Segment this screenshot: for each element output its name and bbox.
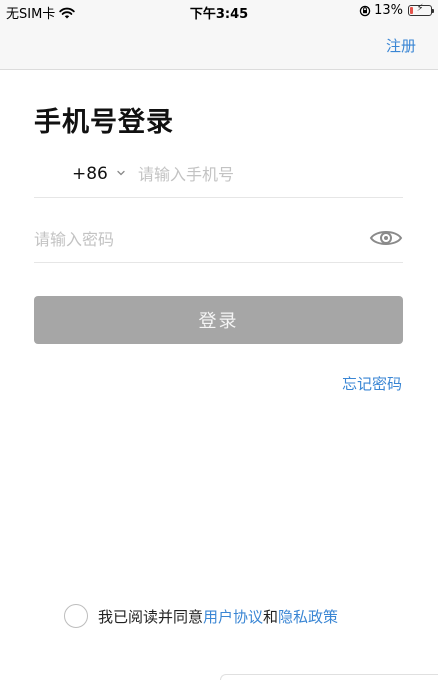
country-code-selector[interactable]: +86 (72, 164, 108, 184)
orientation-lock-icon (359, 5, 371, 16)
register-link[interactable]: 注册 (386, 35, 416, 56)
agreement-row: 我已阅读并同意 用户协议 和 隐私政策 (64, 603, 338, 629)
navigation-bar: 注册 (0, 22, 438, 70)
chevron-down-icon[interactable] (116, 168, 126, 178)
charging-bolt-icon: ⚡ (416, 3, 424, 14)
page-title: 手机号登录 (34, 107, 174, 138)
status-bar: 无SIM卡 下午3:45 13% ⚡ (0, 0, 438, 22)
battery-charging-icon: ⚡ (408, 3, 434, 16)
agreement-prefix: 我已阅读并同意 (98, 607, 204, 626)
password-field-row (34, 215, 403, 263)
forgot-password-link[interactable]: 忘记密码 (342, 373, 402, 394)
login-button[interactable]: 登录 (34, 296, 403, 344)
battery-percent: 13% (374, 3, 403, 18)
user-agreement-link[interactable]: 用户协议 (203, 606, 263, 627)
agreement-checkbox[interactable] (64, 604, 88, 628)
phone-input[interactable] (138, 160, 398, 188)
eye-icon[interactable] (369, 226, 403, 250)
phone-field-row: +86 (34, 150, 403, 198)
agreement-conjunction: 和 (263, 607, 279, 626)
status-right-group: 13% ⚡ (359, 3, 434, 18)
privacy-policy-link[interactable]: 隐私政策 (278, 606, 338, 627)
bottom-overlay-edge (220, 674, 438, 680)
password-input[interactable] (34, 225, 354, 253)
